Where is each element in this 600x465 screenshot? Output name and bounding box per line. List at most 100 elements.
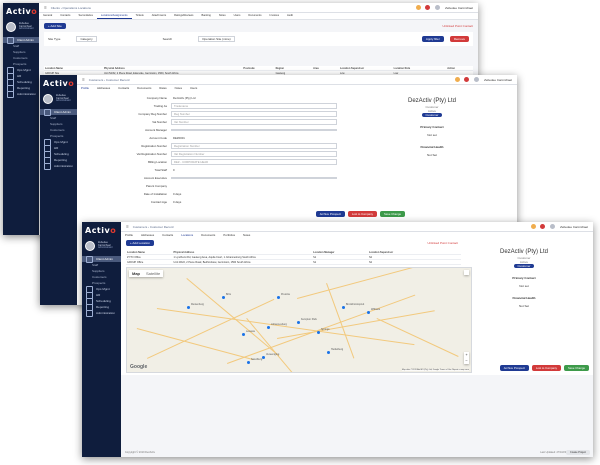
primary-contact-value: Not set — [519, 284, 529, 288]
form-field: Company Reg Number Reg Number — [107, 110, 337, 118]
field-label: Company Reg Number — [138, 112, 167, 116]
tab[interactable]: Contacts — [56, 13, 74, 19]
map-attribution[interactable]: Map data ©2019 AfriGIS (Pty) Ltd, Google… — [401, 369, 469, 371]
tab[interactable]: Audit — [283, 13, 297, 19]
unlinked-contact-link[interactable]: Unlinked Point Contact — [442, 24, 473, 28]
field-input[interactable]: Registration Number — [171, 143, 337, 149]
menu-toggle-icon[interactable]: ☰ — [82, 78, 85, 82]
field-input[interactable] — [171, 129, 337, 131]
notification-icon[interactable] — [455, 77, 461, 82]
tab[interactable]: Locations/Assignments — [96, 13, 132, 19]
alert-icon[interactable] — [425, 5, 431, 10]
breadcrumb[interactable]: Clients › Operations Locations — [51, 6, 91, 10]
add-location-button[interactable]: + Add Location — [126, 240, 154, 246]
sidebar-item-label: Customers — [92, 275, 107, 279]
field-label: Trading As — [153, 104, 167, 108]
profile[interactable]: Zebedee Carmichael Administrator — [40, 92, 77, 106]
lost-to-company-button[interactable]: Lost to Company — [347, 211, 378, 217]
avatar — [6, 22, 16, 32]
tab[interactable]: General — [39, 13, 56, 19]
archive-prospect-button[interactable]: Archive Prospect — [499, 365, 529, 371]
map-marker-icon[interactable] — [222, 296, 225, 299]
user-avatar[interactable] — [434, 4, 442, 11]
map-marker-icon[interactable] — [267, 326, 270, 329]
map-marker-icon[interactable] — [262, 356, 265, 359]
form-field: Company Name DezActiv (Pty) Ltd — [107, 94, 337, 102]
field-label: Vat Number — [152, 120, 167, 124]
sidebar-item-label: Client Admin — [17, 38, 34, 42]
menu-toggle-icon[interactable]: ☰ — [44, 6, 47, 10]
notification-icon[interactable] — [416, 5, 422, 10]
sidebar-item[interactable]: Administration — [82, 309, 121, 317]
map-marker-icon[interactable] — [247, 361, 250, 364]
menu-toggle-icon[interactable]: ☰ — [126, 225, 129, 229]
map-marker-icon[interactable] — [367, 311, 370, 314]
table-row[interactable]: GROUP Office Unit 29/22, 2 Piece Road, Be… — [126, 260, 461, 265]
alert-icon[interactable] — [540, 224, 546, 229]
tab[interactable]: Notes — [215, 13, 230, 19]
breadcrumb[interactable]: Customers › Customer Record — [133, 225, 174, 229]
breadcrumb[interactable]: Customers › Customer Record — [89, 78, 130, 82]
zoom-control[interactable]: + − — [464, 352, 469, 364]
tab[interactable]: Secondaries — [74, 13, 96, 19]
notification-icon[interactable] — [531, 224, 537, 229]
filter-select[interactable]: Category — [76, 36, 97, 42]
sidebar-item-label: Staff — [50, 116, 57, 120]
unlinked-contact-link[interactable]: Unlinked Point Contact — [427, 241, 458, 245]
archive-prospect-button[interactable]: Archive Prospect — [315, 211, 345, 217]
sidebar-item[interactable]: Administration — [3, 90, 39, 98]
form-field: Total Staff 0 — [107, 166, 337, 174]
tab[interactable]: Users — [230, 13, 245, 19]
sidebar-item[interactable]: Administration — [40, 162, 77, 170]
main-area: ☰ Customers › Customer Record Zebedee Ca… — [121, 222, 593, 457]
map-marker-icon[interactable] — [327, 351, 330, 354]
zoom-out-icon[interactable]: − — [464, 358, 469, 364]
form-field: Vat Registration Number Vat Registration … — [107, 150, 337, 158]
map-marker-icon[interactable] — [317, 331, 320, 334]
lost-to-company-button[interactable]: Lost to Company — [531, 365, 562, 371]
field-input[interactable]: Vat Registration Number — [171, 151, 337, 157]
apply-filter-button[interactable]: Apply filter — [421, 36, 444, 42]
user-name[interactable]: Zebedee Carmichael — [445, 6, 473, 10]
map-tab[interactable]: Map — [129, 270, 143, 277]
remove-filter-button[interactable]: Remove — [449, 36, 469, 42]
tab[interactable]: Tickets — [132, 13, 148, 19]
map-marker-icon[interactable] — [277, 296, 280, 299]
save-change-button[interactable]: Save Change — [564, 365, 589, 371]
sidebar-item-label: Suppliers — [50, 122, 63, 126]
user-name[interactable]: Zebedee Carmichael — [560, 225, 588, 229]
field-input[interactable]: Reg Number — [171, 111, 337, 117]
map-marker-icon[interactable] — [242, 333, 245, 336]
tab[interactable]: Documents — [244, 13, 265, 19]
profile[interactable]: Zebedee Carmichael Administrator — [82, 239, 121, 253]
user-avatar[interactable] — [473, 76, 481, 83]
map-marker-icon[interactable] — [187, 306, 190, 309]
locations-map[interactable]: Map Satellite Pretoria Johannesburg Vereen… — [126, 267, 472, 373]
add-site-button[interactable]: + Add Site — [44, 23, 66, 29]
tab[interactable]: Banking — [197, 13, 214, 19]
table-cell: S1 — [313, 255, 317, 259]
tab[interactable]: Ratings/Reviews — [170, 13, 197, 19]
sidebar-item-label: Suppliers — [92, 269, 105, 273]
sidebar-item-label: Prospects — [50, 134, 64, 138]
satellite-tab[interactable]: Satellite — [143, 270, 163, 277]
save-change-button[interactable]: Save Change — [380, 211, 405, 217]
tab[interactable]: Attachments — [148, 13, 170, 19]
financial-health-label: Financial Health — [512, 296, 536, 300]
field-input[interactable]: DEZ - CORPORATE HEAD — [171, 159, 337, 165]
map-marker-icon[interactable] — [342, 306, 345, 309]
alert-icon[interactable] — [464, 77, 470, 82]
create-project-button[interactable]: Create Project — [566, 450, 590, 455]
field-input[interactable]: Vat Number — [171, 119, 337, 125]
search-select[interactable]: Operation Site (mine) — [198, 36, 235, 42]
map-type-toggle: Map Satellite — [129, 270, 164, 277]
field-input[interactable] — [171, 177, 337, 179]
sidebar-item-label: Prospects — [92, 281, 106, 285]
map-marker-icon[interactable] — [297, 321, 300, 324]
tab[interactable]: Invoices — [266, 13, 284, 19]
profile[interactable]: Zebedee Carmichael Administrator — [3, 20, 39, 34]
field-input[interactable]: Tradename — [171, 103, 337, 109]
sidebar-item-label: Suppliers — [13, 50, 26, 54]
user-avatar[interactable] — [549, 223, 557, 230]
user-name[interactable]: Zebedee Carmichael — [484, 78, 512, 82]
